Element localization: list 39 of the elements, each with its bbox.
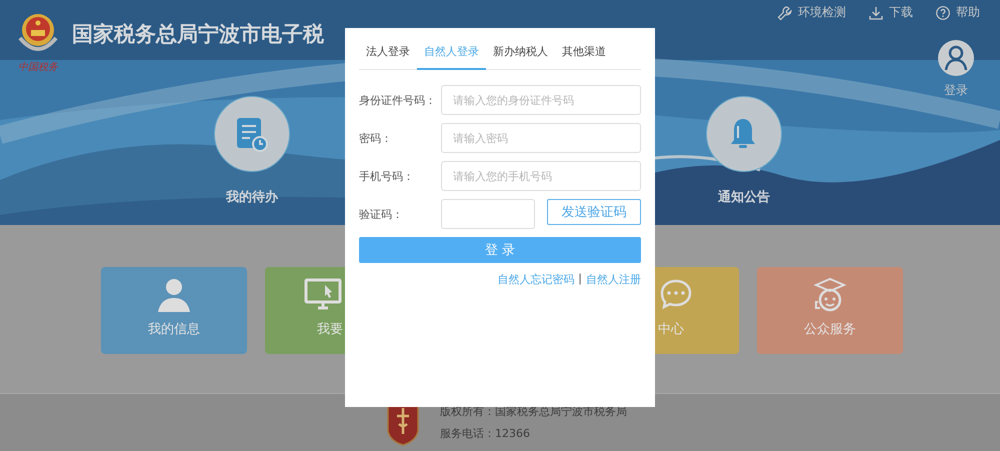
field-label: 身份证件号码：	[359, 92, 437, 108]
wrench-icon	[777, 4, 793, 20]
header-link[interactable]: 环境检测	[777, 4, 846, 21]
login-tab[interactable]: 新办纳税人	[486, 40, 555, 70]
input-field[interactable]: 请输入您的身份证件号码	[441, 85, 641, 115]
tile-label[interactable]: 我的信息	[148, 320, 200, 338]
login-label[interactable]: 登录	[944, 82, 968, 99]
login-tab[interactable]: 自然人登录	[417, 40, 486, 70]
tile-label[interactable]: 中心	[658, 320, 684, 338]
login-tab[interactable]: 其他渠道	[555, 40, 613, 70]
user-icon	[944, 45, 968, 71]
site-title: 国家税务总局宁波市电子税	[72, 21, 324, 48]
link-separator: |	[578, 272, 582, 287]
service-tile[interactable]: 我的信息	[101, 267, 247, 354]
account-link[interactable]: 自然人注册	[586, 272, 641, 287]
field-label: 手机号码：	[359, 168, 415, 184]
shortcut-label[interactable]: 我的待办	[226, 188, 278, 206]
download-icon	[868, 4, 884, 20]
tile-label[interactable]: 我要	[317, 320, 343, 338]
field-label: 密码：	[359, 130, 393, 146]
service-tile[interactable]: 中心	[655, 267, 739, 354]
field-label: 验证码：	[359, 206, 404, 222]
password-field[interactable]: 请输入密码	[441, 123, 641, 153]
service-phone: 服务电话：12366	[440, 426, 531, 441]
logo-caption: 中国税务	[18, 60, 58, 74]
service-tile[interactable]: 我要	[265, 267, 345, 354]
document-clock-icon	[235, 116, 269, 152]
captcha-field[interactable]	[441, 199, 535, 229]
help-icon	[935, 4, 951, 20]
header-link[interactable]: 帮助	[935, 4, 980, 21]
send-code-button[interactable]: 发送验证码	[547, 199, 641, 225]
login-tab[interactable]: 法人登录	[359, 40, 417, 70]
header-link[interactable]: 下载	[868, 4, 913, 21]
shortcut-label[interactable]: 通知公告	[718, 188, 770, 206]
account-link[interactable]: 自然人忘记密码	[497, 272, 574, 287]
input-field[interactable]: 请输入您的手机号码	[441, 161, 641, 191]
login-button[interactable]: 登 录	[359, 237, 641, 263]
tile-label[interactable]: 公众服务	[804, 320, 856, 338]
service-tile[interactable]: 公众服务	[757, 267, 903, 354]
